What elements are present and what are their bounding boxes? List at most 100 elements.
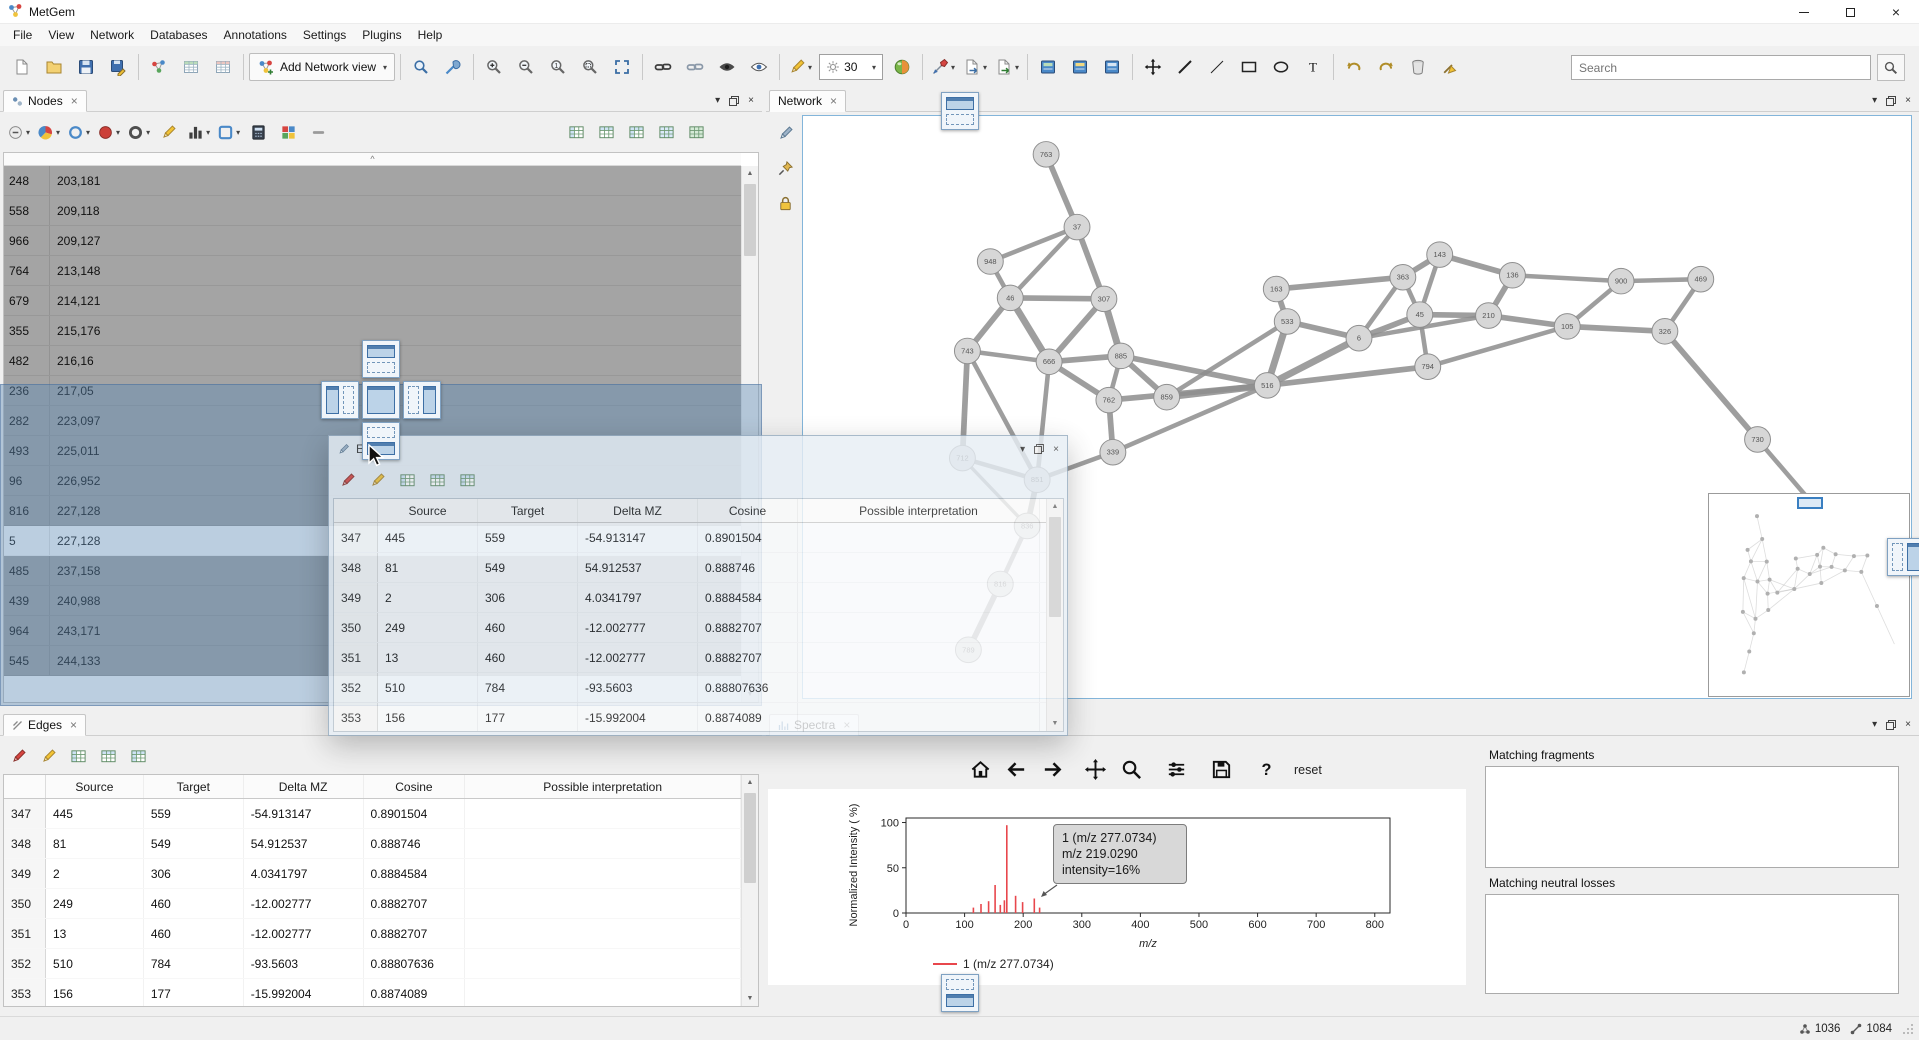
mpl-back-button[interactable] bbox=[1001, 756, 1031, 783]
query-databases-button[interactable] bbox=[1033, 52, 1063, 82]
scroll-down-icon[interactable]: ▼ bbox=[742, 991, 758, 1006]
pie-columns-button[interactable]: ▾ bbox=[35, 118, 62, 147]
graph-node[interactable]: 859 bbox=[1154, 384, 1180, 410]
cell[interactable]: 2 bbox=[378, 583, 478, 612]
highlight-red-button[interactable] bbox=[5, 742, 32, 771]
cell[interactable]: 460 bbox=[478, 613, 578, 642]
rect-tool-button[interactable] bbox=[1234, 52, 1264, 82]
graph-node[interactable]: 762 bbox=[1096, 387, 1122, 413]
cell[interactable]: -93.5603 bbox=[244, 949, 364, 978]
cell[interactable]: -12.002777 bbox=[244, 889, 364, 918]
node-scale-spinbox[interactable]: 30▾ bbox=[819, 54, 883, 80]
cell[interactable]: 249 bbox=[378, 613, 478, 642]
column-header[interactable]: Target bbox=[144, 775, 244, 798]
minimize-button[interactable] bbox=[1781, 0, 1827, 24]
cell[interactable] bbox=[465, 799, 741, 828]
cell[interactable]: 177 bbox=[144, 979, 244, 1006]
cell[interactable]: 0.8884584 bbox=[698, 583, 798, 612]
selection-tool-button[interactable]: ▾ bbox=[215, 118, 242, 147]
cell[interactable]: 0.888746 bbox=[364, 829, 466, 858]
cell[interactable] bbox=[465, 889, 741, 918]
edges-table-row[interactable]: 352510784-93.56030.88807636 bbox=[334, 673, 1046, 703]
cell[interactable]: 559 bbox=[144, 799, 244, 828]
column-header[interactable]: Cosine bbox=[698, 499, 798, 522]
tab-close-icon[interactable]: × bbox=[830, 94, 837, 108]
hide-items-button[interactable] bbox=[712, 52, 742, 82]
highlight-tool-button[interactable]: ▾ bbox=[785, 52, 815, 82]
menu-help[interactable]: Help bbox=[410, 25, 451, 45]
row-id-cell[interactable]: 347 bbox=[334, 523, 378, 552]
redo-button[interactable] bbox=[1371, 52, 1401, 82]
zoom-in-button[interactable] bbox=[479, 52, 509, 82]
cell[interactable]: 306 bbox=[478, 583, 578, 612]
search-input[interactable] bbox=[1571, 55, 1871, 80]
column-header[interactable]: Cosine bbox=[364, 775, 466, 798]
nodes-table-row[interactable]: 558209,118 bbox=[4, 196, 741, 226]
graph-node[interactable]: 339 bbox=[1100, 439, 1126, 465]
tab-close-icon[interactable]: × bbox=[70, 718, 77, 732]
cell[interactable]: 0.8901504 bbox=[364, 799, 466, 828]
highlight-selection-button[interactable]: ▾ bbox=[65, 118, 92, 147]
arrow-tool-button[interactable] bbox=[1202, 52, 1232, 82]
find-button[interactable] bbox=[406, 52, 436, 82]
show-items-button[interactable] bbox=[744, 52, 774, 82]
cell[interactable]: -12.002777 bbox=[578, 643, 698, 672]
view-mode-5-button[interactable] bbox=[683, 118, 710, 147]
text-tool-button[interactable]: T bbox=[1298, 52, 1328, 82]
tab-close-icon[interactable]: × bbox=[71, 94, 78, 108]
spectrum-plot[interactable]: 0100200300400500600700800050100m/zNormal… bbox=[768, 789, 1466, 985]
dock-close-button[interactable]: × bbox=[748, 95, 754, 106]
row-id-cell[interactable]: 347 bbox=[4, 799, 46, 828]
graph-node[interactable]: 307 bbox=[1091, 286, 1117, 312]
cell[interactable]: 0.8882707 bbox=[364, 919, 466, 948]
dock-close-button[interactable]: × bbox=[1905, 95, 1911, 106]
graph-node[interactable]: 469 bbox=[1688, 266, 1714, 292]
nodes-table-row[interactable]: 764213,148 bbox=[4, 256, 741, 286]
cell[interactable]: 156 bbox=[46, 979, 144, 1006]
cell[interactable]: 445 bbox=[46, 799, 144, 828]
menu-network[interactable]: Network bbox=[82, 25, 142, 45]
cell[interactable]: 156 bbox=[378, 703, 478, 731]
graph-node[interactable]: 46 bbox=[997, 285, 1023, 311]
menu-view[interactable]: View bbox=[40, 25, 82, 45]
pie-charts-button[interactable]: ▾ bbox=[928, 52, 958, 82]
view-mode-3-button[interactable] bbox=[125, 742, 152, 771]
graph-node[interactable]: 730 bbox=[1745, 427, 1771, 453]
graph-node[interactable]: 900 bbox=[1608, 268, 1634, 294]
nodes-table-row[interactable]: 966209,127 bbox=[4, 226, 741, 256]
edges-table-row[interactable]: 350249460-12.0027770.8882707 bbox=[4, 889, 741, 919]
cell[interactable] bbox=[465, 829, 741, 858]
import-metadata-button[interactable] bbox=[176, 52, 206, 82]
highlight-yellow-button[interactable] bbox=[155, 118, 182, 147]
dock-center-indicator[interactable] bbox=[362, 381, 400, 419]
column-header[interactable]: Target bbox=[478, 499, 578, 522]
plot-column-button[interactable]: ▾ bbox=[185, 118, 212, 147]
cell[interactable]: 0.8874089 bbox=[698, 703, 798, 731]
select-neighbors-button[interactable]: ▾ bbox=[5, 118, 32, 147]
edges-table-row[interactable]: 347445559-54.9131470.8901504 bbox=[334, 523, 1046, 553]
scroll-up-icon[interactable]: ▲ bbox=[742, 166, 758, 181]
cell[interactable]: -54.913147 bbox=[244, 799, 364, 828]
cell[interactable]: 0.8882707 bbox=[698, 613, 798, 642]
node-color-button[interactable] bbox=[887, 52, 917, 82]
tools-button[interactable] bbox=[438, 52, 468, 82]
mpl-home-button[interactable] bbox=[965, 756, 995, 783]
move-tool-button[interactable] bbox=[1138, 52, 1168, 82]
graph-node[interactable]: 136 bbox=[1499, 262, 1525, 288]
edges-table-row[interactable]: 347445559-54.9131470.8901504 bbox=[4, 799, 741, 829]
cell[interactable] bbox=[798, 523, 1040, 552]
column-header[interactable]: Possible interpretation bbox=[798, 499, 1040, 522]
row-id-cell[interactable]: 558 bbox=[4, 196, 50, 225]
edges-table-row[interactable]: 35113460-12.0027770.8882707 bbox=[334, 643, 1046, 673]
graph-node[interactable]: 666 bbox=[1036, 349, 1062, 375]
chevron-down-icon[interactable]: ▾ bbox=[872, 63, 876, 72]
edges-table-row[interactable]: 353156177-15.9920040.8874089 bbox=[4, 979, 741, 1006]
graph-node[interactable]: 948 bbox=[977, 249, 1003, 275]
size-by-column-button[interactable]: ▾ bbox=[125, 118, 152, 147]
dock-menu-button[interactable]: ▾ bbox=[1020, 444, 1025, 455]
scrollbar-thumb[interactable] bbox=[744, 184, 756, 256]
zoom-selection-button[interactable] bbox=[575, 52, 605, 82]
row-id-cell[interactable]: 353 bbox=[4, 979, 46, 1006]
dock-menu-button[interactable]: ▾ bbox=[715, 95, 720, 106]
menu-file[interactable]: File bbox=[5, 25, 40, 45]
